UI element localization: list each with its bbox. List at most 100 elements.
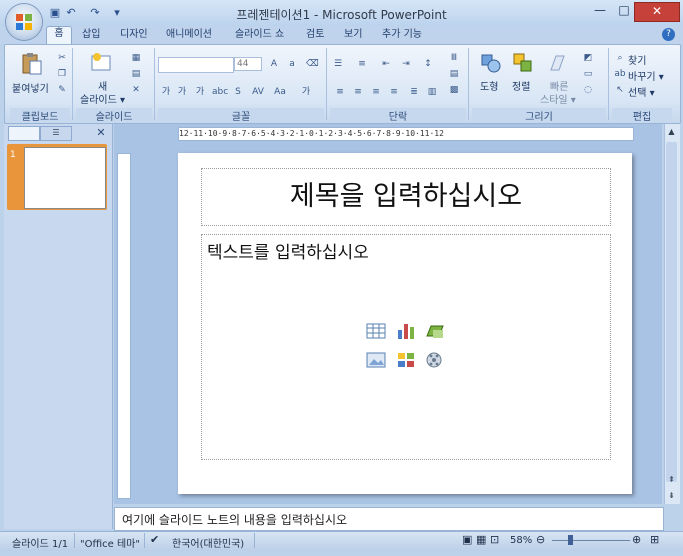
zoom-level[interactable]: 58% [510, 535, 532, 546]
new-slide-icon[interactable] [90, 52, 114, 74]
title-placeholder[interactable]: 제목을 입력하십시오 [201, 168, 611, 226]
scroll-up-icon[interactable]: ▲ [664, 124, 679, 139]
grow-font-icon[interactable]: A [268, 58, 280, 70]
zoom-slider[interactable] [552, 540, 630, 541]
quick-styles-icon[interactable] [548, 52, 568, 74]
layout-icon[interactable]: ▦ [130, 52, 142, 64]
tab-review[interactable]: 검토 [306, 28, 324, 44]
shape-effects-icon[interactable]: ◌ [582, 84, 594, 96]
insert-media-icon[interactable] [425, 351, 445, 369]
shapes-icon[interactable] [480, 52, 502, 74]
font-size-combo[interactable]: 44 [234, 57, 262, 71]
language-status[interactable]: 한국어(대한민국) [172, 535, 244, 550]
status-separator [144, 533, 145, 548]
new-slide-button[interactable]: 슬라이드 ▾ [80, 91, 125, 106]
shadow-button[interactable]: S [232, 86, 244, 98]
replace-icon[interactable]: ab [614, 68, 626, 80]
underline-button[interactable]: 가 [194, 86, 206, 98]
text-direction-icon[interactable]: Ⅲ [448, 52, 460, 64]
align-center-icon[interactable]: ≡ [352, 86, 364, 98]
spell-check-icon[interactable]: ✔ [150, 533, 159, 546]
slide-sorter-icon[interactable]: ▦ [476, 533, 486, 546]
normal-view-icon[interactable]: ▣ [462, 533, 472, 546]
smartart-icon[interactable]: ▩ [448, 84, 460, 96]
align-left-icon[interactable]: ≡ [334, 86, 346, 98]
slideshow-view-icon[interactable]: ⊡ [490, 533, 499, 546]
zoom-out-icon[interactable]: ⊖ [536, 533, 545, 546]
clear-format-icon[interactable]: ⌫ [306, 58, 319, 70]
shapes-button[interactable]: 도형 [480, 78, 498, 93]
help-icon[interactable]: ? [662, 28, 675, 41]
align-text-icon[interactable]: ▤ [448, 68, 460, 80]
font-name-combo[interactable] [158, 57, 234, 73]
arrange-button[interactable]: 정렬 [512, 78, 530, 93]
format-painter-icon[interactable]: ✎ [56, 84, 68, 96]
zoom-in-icon[interactable]: ⊕ [632, 533, 641, 546]
tab-home[interactable]: 홈 [46, 26, 72, 46]
shrink-font-icon[interactable]: a [286, 58, 298, 70]
find-button[interactable]: 찾기 [628, 52, 646, 67]
tab-slideshow[interactable]: 슬라이드 쇼 [235, 28, 284, 44]
line-spacing-icon[interactable]: ↕ [422, 58, 434, 70]
select-button[interactable]: 선택 ▾ [628, 84, 655, 99]
font-color-button[interactable]: 가 [300, 86, 312, 98]
columns-icon[interactable]: ▥ [426, 86, 438, 98]
delete-slide-icon[interactable]: ✕ [130, 84, 142, 96]
office-button[interactable] [6, 4, 42, 40]
quick-styles-button[interactable]: 스타일 ▾ [540, 91, 576, 106]
insert-chart-icon[interactable] [396, 322, 416, 340]
spacing-button[interactable]: AV [250, 86, 266, 98]
arrange-icon[interactable] [512, 52, 534, 74]
bullets-icon[interactable]: ☰ [332, 58, 344, 70]
insert-clipart-icon[interactable] [396, 351, 416, 369]
tab-animation[interactable]: 애니메이션 [166, 28, 212, 44]
zoom-slider-thumb[interactable] [568, 535, 573, 545]
shape-fill-icon[interactable]: ◩ [582, 52, 594, 64]
paste-button[interactable]: 붙여넣기 [12, 80, 49, 95]
replace-button[interactable]: 바꾸기 ▾ [628, 68, 664, 83]
change-case-button[interactable]: Aa [272, 86, 288, 98]
copy-icon[interactable]: ❐ [56, 68, 68, 80]
tab-design[interactable]: 디자인 [120, 28, 148, 44]
strikethrough-button[interactable]: abc [212, 86, 228, 98]
tab-outline-icon[interactable]: ☰ [40, 126, 72, 141]
tab-slides-icon[interactable] [8, 126, 40, 141]
insert-smartart-icon[interactable] [425, 322, 445, 340]
select-icon[interactable]: ↖ [614, 84, 626, 96]
fit-to-window-icon[interactable]: ⊞ [650, 533, 659, 546]
bold-button[interactable]: 가 [160, 86, 172, 98]
prev-slide-icon[interactable]: ⇞ [664, 472, 679, 487]
slide-thumbnail[interactable] [24, 147, 106, 209]
group-editing-label: 편집 [612, 108, 672, 123]
cut-icon[interactable]: ✂ [56, 52, 68, 64]
align-right-icon[interactable]: ≡ [370, 86, 382, 98]
find-icon[interactable]: ⌕ [614, 52, 626, 64]
justify-icon[interactable]: ≡ [388, 86, 400, 98]
paste-icon[interactable] [20, 52, 44, 76]
insert-table-icon[interactable] [366, 322, 386, 340]
next-slide-icon[interactable]: ⇟ [664, 488, 679, 503]
scroll-thumb[interactable] [666, 142, 677, 482]
distribute-icon[interactable]: ≣ [408, 86, 420, 98]
restore-button[interactable]: □ [612, 2, 636, 20]
close-button[interactable]: ✕ [634, 2, 680, 22]
horizontal-ruler[interactable]: 12·11·10·9·8·7·6·5·4·3·2·1·0·1·2·3·4·5·6… [178, 127, 634, 141]
tab-view[interactable]: 보기 [344, 28, 362, 44]
vertical-ruler[interactable] [117, 153, 131, 499]
status-separator [254, 533, 255, 548]
group-drawing-label: 그리기 [472, 108, 606, 123]
tab-insert[interactable]: 삽입 [82, 28, 100, 44]
decrease-indent-icon[interactable]: ⇤ [380, 58, 392, 70]
italic-button[interactable]: 가 [176, 86, 188, 98]
content-placeholder[interactable] [201, 234, 611, 460]
insert-picture-icon[interactable] [366, 351, 386, 369]
slide-number: 1 [10, 150, 16, 160]
content-placeholder-text: 텍스트를 입력하십시오 [207, 243, 369, 263]
numbering-icon[interactable]: ≡ [356, 58, 368, 70]
tab-addins[interactable]: 추가 기능 [382, 28, 422, 44]
close-panel-icon[interactable]: ✕ [95, 126, 107, 139]
increase-indent-icon[interactable]: ⇥ [400, 58, 412, 70]
reset-icon[interactable]: ▤ [130, 68, 142, 80]
shape-outline-icon[interactable]: ▭ [582, 68, 594, 80]
minimize-button[interactable]: — [588, 2, 612, 20]
